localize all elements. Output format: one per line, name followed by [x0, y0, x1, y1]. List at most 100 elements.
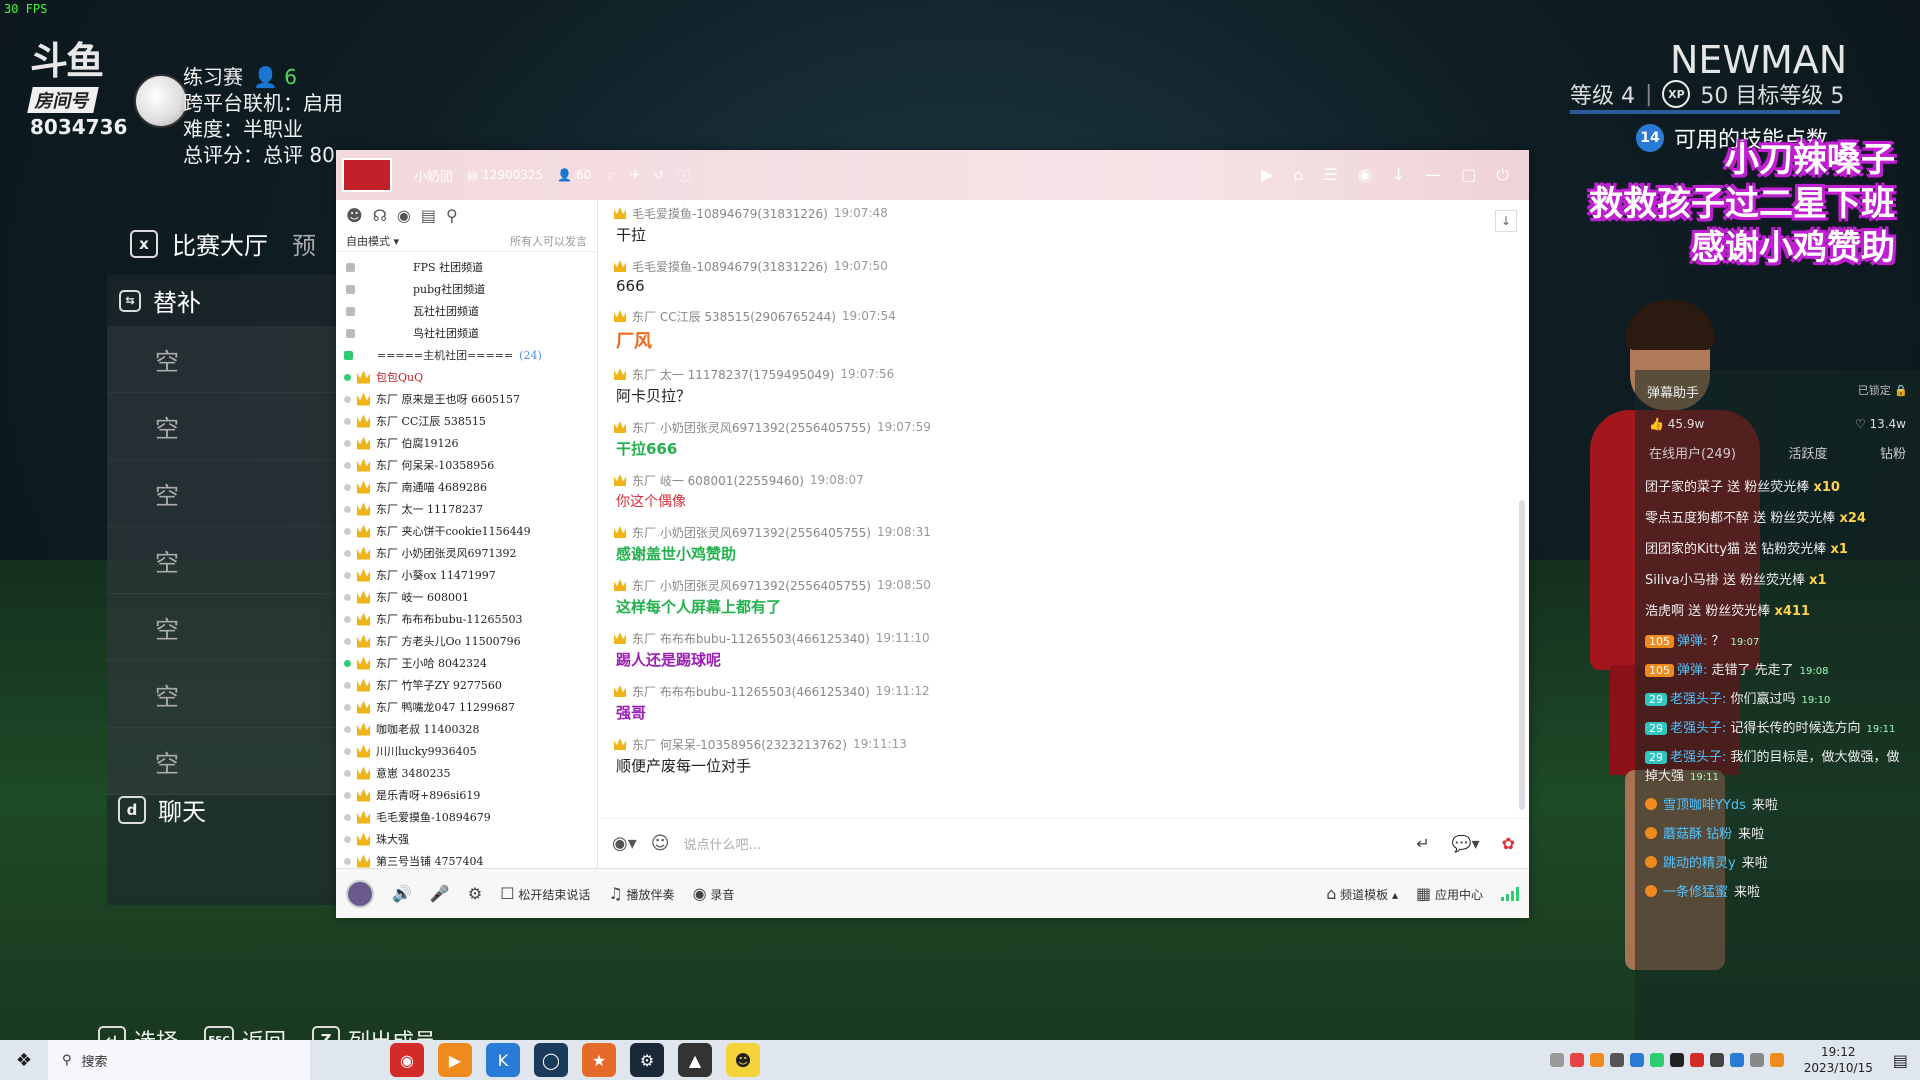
member-item[interactable]: 毛毛爱摸鱼-10894679: [344, 806, 589, 828]
home-icon[interactable]: ⌂: [1293, 165, 1303, 185]
emoji-icon[interactable]: ☺: [651, 833, 670, 854]
member-item[interactable]: 东厂 王小哈 8042324: [344, 652, 589, 674]
crown-icon: [357, 480, 370, 494]
member-item[interactable]: 包包QuQ: [344, 366, 589, 388]
star-icon[interactable]: ☆: [605, 168, 616, 182]
app-helper-icon[interactable]: ★: [582, 1043, 616, 1077]
sub-slot[interactable]: 空: [107, 393, 337, 460]
chat-scrollbar[interactable]: [1519, 500, 1525, 810]
headset-icon[interactable]: ☊: [373, 206, 387, 225]
app-center-button[interactable]: ▦ 应用中心: [1416, 884, 1483, 903]
mode-select[interactable]: 自由模式 ▾: [346, 233, 399, 249]
notification-icon[interactable]: ▤: [1893, 1051, 1908, 1070]
speaker-icon[interactable]: 🔊: [392, 884, 412, 903]
member-item[interactable]: 东厂 南通喵 4689286: [344, 476, 589, 498]
key-x-icon: x: [130, 229, 158, 258]
chat-tab[interactable]: d 聊天 w: [118, 792, 370, 827]
sub-slot[interactable]: 空: [107, 661, 337, 728]
sub-slot[interactable]: 空: [107, 728, 337, 795]
channel-group[interactable]: =====主机社团===== (24): [344, 344, 589, 366]
app-record-icon[interactable]: ◉: [390, 1043, 424, 1077]
member-item[interactable]: 东厂 竹竿子ZY 9277560: [344, 674, 589, 696]
microphone-icon[interactable]: 🎤: [430, 884, 450, 903]
minimize-icon[interactable]: —: [1425, 165, 1441, 185]
flower-icon[interactable]: ✿: [1502, 834, 1515, 853]
tab-activity[interactable]: 活跃度: [1788, 443, 1827, 462]
taskbar-search[interactable]: ⚲ 搜索: [48, 1040, 310, 1080]
share-icon[interactable]: ↺: [654, 168, 664, 182]
crown-icon: [357, 546, 370, 560]
member-item[interactable]: 川川lucky9936405: [344, 740, 589, 762]
equalizer-icon[interactable]: ⚙: [468, 884, 482, 903]
power-icon[interactable]: ⏻: [1496, 165, 1509, 185]
tab-online-users[interactable]: 在线用户(249): [1649, 443, 1736, 462]
lock-status[interactable]: 已锁定 🔒: [1858, 382, 1908, 401]
play-music-button[interactable]: ♫ 播放伴奏: [608, 884, 674, 903]
app-k-icon[interactable]: K: [486, 1043, 520, 1077]
tab-diamond-fans[interactable]: 钻粉: [1880, 443, 1906, 462]
app-douyu-icon[interactable]: ▶: [438, 1043, 472, 1077]
member-item[interactable]: 东厂 方老头儿Oo 11500796: [344, 630, 589, 652]
scroll-down-icon[interactable]: ↓: [1495, 210, 1517, 232]
list-icon[interactable]: ☰: [1324, 165, 1338, 185]
channel-item[interactable]: pubg社团频道: [344, 278, 589, 300]
search-icon[interactable]: ⚲: [446, 206, 458, 225]
record-button[interactable]: ◉ 录音: [693, 884, 735, 903]
member-item[interactable]: 东厂 伯腐19126: [344, 432, 589, 454]
windows-start-icon[interactable]: ❖: [0, 1040, 48, 1080]
message-list: 毛毛爱摸鱼-10894679(31831226) 19:07:48 干拉 毛毛爱摸鱼…: [598, 200, 1529, 818]
lock-icon: [346, 262, 355, 272]
member-item[interactable]: 意崽 3480235: [344, 762, 589, 784]
member-item[interactable]: 东厂 何呆呆-10358956: [344, 454, 589, 476]
user-icon[interactable]: ☻: [346, 206, 363, 225]
member-item[interactable]: 东厂 原来是王也呀 6605157: [344, 388, 589, 410]
maximize-icon[interactable]: □: [1461, 165, 1476, 185]
bubble-icon[interactable]: 💬▾: [1452, 834, 1480, 853]
match-lobby-tab[interactable]: x 比赛大厅 预: [130, 226, 316, 261]
match-info: 练习赛 👤 6 跨平台联机：启用 难度：半职业 总评分：总评 80: [183, 64, 343, 168]
enter-icon[interactable]: ↵: [1416, 834, 1429, 853]
speak-mode[interactable]: 自由模式 ▾ 所有人可以发言: [336, 231, 597, 252]
member-item[interactable]: 东厂 小葵ox 11471997: [344, 564, 589, 586]
member-item[interactable]: 东厂 岐一 608001: [344, 586, 589, 608]
member-item[interactable]: 咖咖老叔 11400328: [344, 718, 589, 740]
member-item[interactable]: 东厂 太一 11178237: [344, 498, 589, 520]
window-titlebar[interactable]: 小奶团 ▤ 12900325 👤 60 ☆ ✈ ↺ ⓘ ▶ ⌂ ☰ ◉ ↓ — …: [336, 150, 1529, 200]
message-input[interactable]: 说点什么吧...: [684, 834, 761, 853]
app-yy-icon[interactable]: ☻: [726, 1043, 760, 1077]
gamepad-icon[interactable]: ◉: [1358, 165, 1372, 185]
arrival-row: 跳动的精灵y 来啦: [1635, 847, 1920, 876]
sub-slot[interactable]: 空: [107, 326, 337, 393]
video-icon[interactable]: ▶: [1261, 165, 1273, 185]
sub-slot[interactable]: 空: [107, 527, 337, 594]
download-icon[interactable]: ↓: [1392, 165, 1405, 185]
title-actions: ▶ ⌂ ☰ ◉ ↓ — □ ⏻: [1261, 165, 1509, 185]
sub-slot[interactable]: 空: [107, 594, 337, 661]
member-item[interactable]: 东厂 夹心饼干cookie1156449: [344, 520, 589, 542]
release-to-end-button[interactable]: ☐ 松开结束说话: [500, 884, 590, 903]
member-item[interactable]: 珠大强: [344, 828, 589, 850]
sub-slot[interactable]: 空: [107, 460, 337, 527]
app-game-icon[interactable]: ▲: [678, 1043, 712, 1077]
app-obs-icon[interactable]: ◯: [534, 1043, 568, 1077]
location-icon[interactable]: ◉: [397, 206, 411, 225]
info-icon[interactable]: ⓘ: [678, 167, 690, 184]
channel-item[interactable]: 瓦社社团频道: [344, 300, 589, 322]
steam-icon[interactable]: ⚙: [630, 1043, 664, 1077]
notes-icon[interactable]: ▤: [421, 206, 436, 225]
member-item[interactable]: 东厂 鸭嘴龙047 11299687: [344, 696, 589, 718]
tray-icons: [1549, 1053, 1784, 1067]
member-item[interactable]: 东厂 布布布bubu-11265503: [344, 608, 589, 630]
plane-icon[interactable]: ✈: [630, 168, 640, 182]
member-item[interactable]: 东厂 小奶团张灵风6971392: [344, 542, 589, 564]
gamepad-icon[interactable]: ◉▾: [612, 833, 637, 854]
member-item[interactable]: 是乐青呀+896si619: [344, 784, 589, 806]
member-item[interactable]: 东厂 CC江辰 538515: [344, 410, 589, 432]
clock[interactable]: 19:12 2023/10/15: [1804, 1044, 1873, 1076]
crown-icon: [357, 656, 370, 670]
channel-template-button[interactable]: ⌂ 频道模板 ▴: [1326, 884, 1398, 903]
channel-item[interactable]: FPS 社团频道: [344, 256, 589, 278]
danmaku-message: 105 弹弹: 走错了 先走了 19:08: [1635, 654, 1920, 683]
avatar[interactable]: [346, 879, 374, 908]
channel-item[interactable]: 鸟社社团频道: [344, 322, 589, 344]
